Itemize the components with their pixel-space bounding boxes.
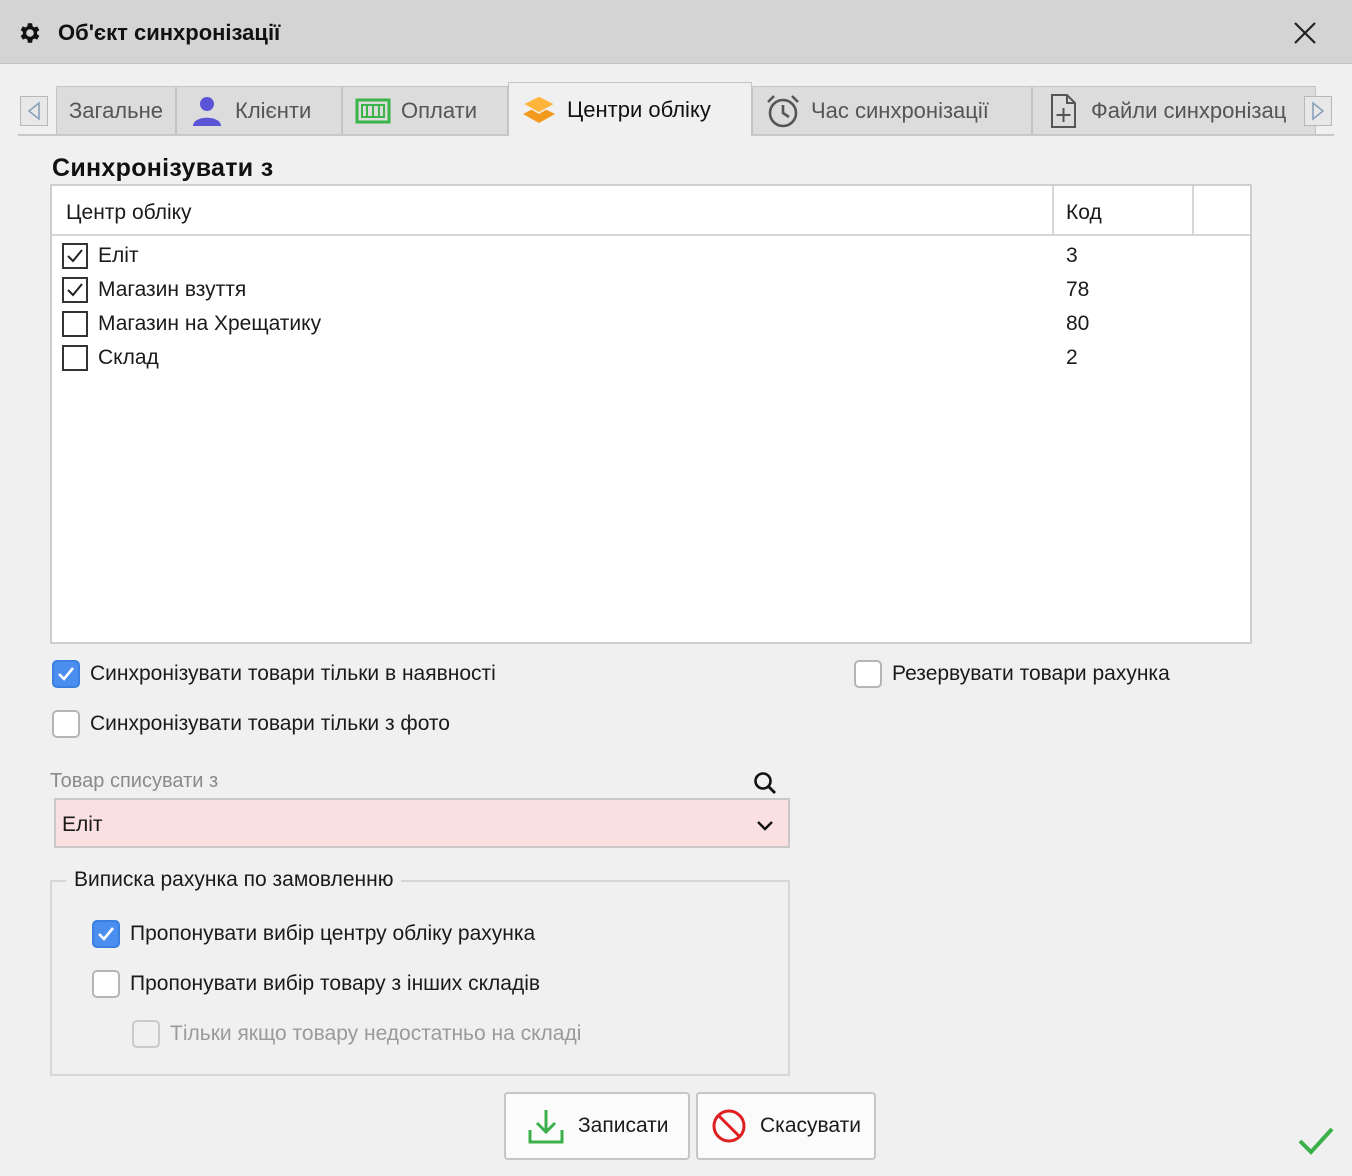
row-code: 78 (1066, 278, 1090, 301)
group-legend: Виписка рахунка по замовленню (66, 868, 402, 892)
checkbox-label: Тільки якщо товару недостатньо на складі (170, 1022, 582, 1045)
tab-label: Центри обліку (567, 96, 711, 122)
title-bar: Об'єкт синхронізації (0, 0, 1352, 64)
grid-header: Центр обліку Код (52, 186, 1250, 236)
tab-label: Час синхронізації (811, 97, 989, 123)
save-button[interactable]: Записати (504, 1092, 690, 1160)
row-checkbox[interactable] (62, 311, 88, 337)
layers-icon (521, 94, 557, 123)
tab-payments[interactable]: Оплати (342, 86, 508, 134)
reserve-invoice-checkbox[interactable]: Резервувати товари рахунка (854, 660, 1170, 688)
offer-center-checkbox[interactable]: Пропонувати вибір центру обліку рахунка (92, 920, 535, 948)
row-checkbox[interactable] (62, 243, 88, 269)
gear-icon (20, 23, 40, 43)
cancel-button[interactable]: Скасувати (696, 1092, 876, 1160)
column-separator (1052, 186, 1054, 234)
checkbox-box[interactable] (52, 660, 80, 688)
tab-label: Файли синхронізац (1091, 97, 1287, 123)
tab-label: Оплати (401, 97, 477, 123)
write-off-label: Товар списувати з (50, 770, 219, 792)
table-row[interactable]: Магазин на Хрещатику 80 (52, 306, 1250, 340)
checkmark-icon[interactable] (1296, 1124, 1336, 1158)
column-separator (1192, 186, 1194, 234)
tab-general[interactable]: Загальне (56, 86, 176, 134)
select-value: Еліт (62, 813, 103, 836)
checkbox-label: Синхронізувати товари тільки в наявності (90, 662, 496, 685)
checkbox-box[interactable] (52, 710, 80, 738)
cancel-button-label: Скасувати (760, 1114, 861, 1137)
checkbox-box (132, 1020, 160, 1048)
row-code: 3 (1066, 244, 1078, 267)
tab-clients[interactable]: Клієнти (176, 86, 342, 134)
tab-scroll-right[interactable] (1304, 96, 1332, 126)
triangle-left-icon (27, 101, 40, 121)
only-with-photo-checkbox[interactable]: Синхронізувати товари тільки з фото (52, 710, 450, 738)
column-header-center[interactable]: Центр обліку (66, 186, 192, 234)
save-button-label: Записати (578, 1114, 669, 1137)
chevron-down-icon[interactable] (754, 814, 776, 836)
row-code: 80 (1066, 312, 1090, 335)
tab-scroll-left[interactable] (20, 96, 48, 126)
checkbox-label: Синхронізувати товари тільки з фото (90, 712, 450, 735)
write-off-select[interactable]: Еліт (54, 798, 790, 848)
only-if-insufficient-checkbox: Тільки якщо товару недостатньо на складі (132, 1020, 581, 1048)
triangle-right-icon (1312, 101, 1325, 121)
cash-icon (355, 98, 391, 123)
row-checkbox[interactable] (62, 277, 88, 303)
checkmark-icon (58, 667, 75, 681)
user-icon (193, 96, 221, 126)
table-row[interactable]: Склад 2 (52, 340, 1250, 374)
tab-sync-files[interactable]: Файли синхронізац (1032, 86, 1316, 134)
checkmark-icon (67, 249, 83, 263)
row-code: 2 (1066, 346, 1078, 369)
checkmark-icon (67, 283, 83, 297)
accounting-centers-grid[interactable]: Центр обліку Код Еліт 3 Магазин взуття 7… (50, 184, 1252, 644)
row-name: Еліт (98, 244, 139, 267)
tab-accounting-centers[interactable]: Центри обліку (508, 82, 752, 136)
close-icon[interactable] (1290, 18, 1320, 48)
prohibited-icon (712, 1109, 746, 1143)
checkbox-box[interactable] (92, 970, 120, 998)
tab-sync-time[interactable]: Час синхронізації (752, 86, 1032, 134)
checkbox-label: Резервувати товари рахунка (892, 662, 1170, 685)
checkbox-label: Пропонувати вибір центру обліку рахунка (130, 922, 536, 945)
offer-other-warehouses-checkbox[interactable]: Пропонувати вибір товару з інших складів (92, 970, 540, 998)
only-in-stock-checkbox[interactable]: Синхронізувати товари тільки в наявності (52, 660, 496, 688)
download-icon (528, 1110, 564, 1144)
search-icon[interactable] (752, 770, 778, 796)
row-name: Склад (98, 346, 159, 369)
alarm-clock-icon (767, 94, 799, 127)
tab-strip: Загальне Клієнти Оплати Центри обліку Ча… (18, 82, 1334, 136)
tab-label: Загальне (69, 97, 163, 123)
row-name: Магазин на Хрещатику (98, 312, 322, 335)
window-title: Об'єкт синхронізації (58, 20, 281, 45)
checkbox-box[interactable] (854, 660, 882, 688)
column-header-code[interactable]: Код (1066, 186, 1102, 234)
table-row[interactable]: Магазин взуття 78 (52, 272, 1250, 306)
table-row[interactable]: Еліт 3 (52, 238, 1250, 272)
tab-label: Клієнти (235, 97, 312, 123)
row-checkbox[interactable] (62, 345, 88, 371)
checkmark-icon (98, 927, 115, 941)
checkbox-label: Пропонувати вибір товару з інших складів (130, 972, 541, 995)
row-name: Магазин взуття (98, 278, 247, 301)
checkbox-box[interactable] (92, 920, 120, 948)
file-add-icon (1051, 93, 1076, 128)
section-title: Синхронізувати з (52, 154, 274, 182)
